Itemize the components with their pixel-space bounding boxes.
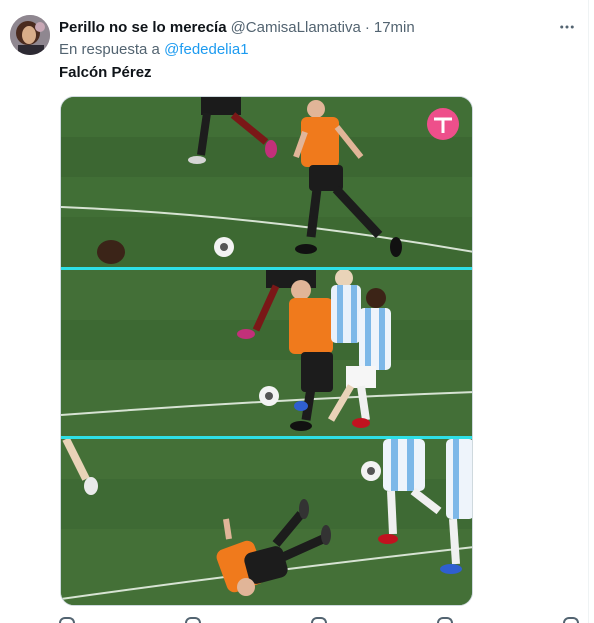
tweet-card[interactable]: Perillo no se lo merecía @CamisaLlamativ… xyxy=(0,0,594,623)
broadcaster-logo-icon xyxy=(427,108,459,140)
media-frame-3 xyxy=(61,439,472,605)
reply-prefix: En respuesta a xyxy=(59,41,160,58)
share-icon[interactable] xyxy=(563,617,579,623)
more-options-icon[interactable] xyxy=(556,16,578,38)
retweet-icon[interactable] xyxy=(185,617,201,623)
like-icon[interactable] xyxy=(311,617,327,623)
author-name[interactable]: Perillo no se lo merecía xyxy=(59,19,227,36)
reply-context: En respuesta a @fededelia1 xyxy=(59,41,249,58)
timeline-border xyxy=(588,0,589,623)
media-frame-1 xyxy=(61,97,472,267)
avatar[interactable] xyxy=(10,15,50,55)
author-handle[interactable]: @CamisaLlamativa xyxy=(231,19,361,36)
media-frame-2 xyxy=(61,270,472,436)
reply-icon[interactable] xyxy=(59,617,75,623)
views-icon[interactable] xyxy=(437,617,453,623)
tweet-actions xyxy=(59,617,579,623)
timestamp[interactable]: 17min xyxy=(374,19,415,36)
separator-dot: · xyxy=(364,18,370,36)
tweet-header: Perillo no se lo merecía @CamisaLlamativ… xyxy=(59,17,415,37)
tweet-media[interactable] xyxy=(60,96,473,606)
reply-mention-link[interactable]: @fededelia1 xyxy=(164,41,248,58)
tweet-text: Falcón Pérez xyxy=(59,64,152,81)
